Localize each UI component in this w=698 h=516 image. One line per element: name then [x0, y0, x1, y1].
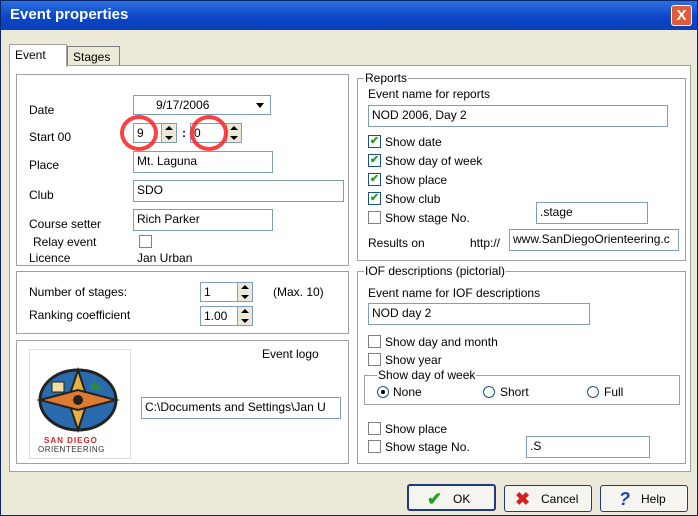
event-logo-image[interactable]: SAN DIEGO ORIENTEERING — [29, 349, 131, 459]
club-label: Club — [29, 188, 54, 202]
report-name-input[interactable]: NOD 2006, Day 2 — [368, 105, 668, 127]
close-button[interactable]: X — [671, 5, 692, 26]
highlight-ring-minute — [190, 115, 228, 151]
ranking-coefficient-value: 1.00 — [204, 309, 228, 323]
results-on-label: Results on — [368, 236, 425, 250]
show-year-label: Show year — [385, 353, 442, 367]
event-logo-group: Event logo SAN DIEGO ORIENTEERING C:\Doc… — [16, 340, 349, 464]
show-club-label: Show club — [385, 192, 441, 206]
cancel-label: Cancel — [541, 492, 579, 506]
window-title: Event properties — [10, 6, 129, 23]
tab-page-event: Date 9/17/2006 Start 00 9 : 0 Place Mt. … — [9, 65, 691, 472]
show-day-of-week-group: Show day of week None Short Full — [364, 368, 680, 405]
spin-buttons-icon[interactable] — [237, 307, 252, 325]
number-of-stages-stepper[interactable]: 1 — [200, 282, 253, 302]
results-prefix: http:// — [470, 236, 501, 250]
show-day-of-week-checkbox[interactable]: ✔ — [368, 154, 381, 167]
iof-name-label: Event name for IOF descriptions — [368, 286, 541, 300]
iof-descriptions-group: IOF descriptions (pictorial) Event name … — [357, 264, 686, 464]
results-url-input[interactable]: www.SanDiegoOrienteering.c — [509, 229, 679, 251]
event-logo-label: Event logo — [262, 347, 319, 361]
logo-path-input[interactable]: C:\Documents and Settings\Jan U — [141, 397, 341, 419]
date-label: Date — [29, 103, 55, 117]
licence-label: Licence — [29, 251, 71, 265]
show-day-and-month-checkbox[interactable] — [368, 335, 381, 348]
show-date-checkbox[interactable]: ✔ — [368, 135, 381, 148]
dow-short-radio[interactable] — [483, 386, 495, 398]
iof-show-place-checkbox[interactable] — [368, 422, 381, 435]
licence-value: Jan Urban — [137, 251, 193, 265]
iof-show-stage-no-checkbox[interactable] — [368, 440, 381, 453]
logo-text-line2: ORIENTEERING — [38, 445, 105, 454]
club-input[interactable]: SDO — [133, 180, 344, 202]
show-place-checkbox[interactable]: ✔ — [368, 173, 381, 186]
time-separator: : — [182, 126, 186, 140]
iof-show-place-label: Show place — [385, 422, 448, 436]
max-stages-note: (Max. 10) — [273, 285, 324, 299]
close-icon: X — [676, 7, 687, 24]
course-setter-input[interactable]: Rich Parker — [133, 209, 273, 231]
logo-text-line1: SAN DIEGO — [44, 436, 98, 445]
number-of-stages-value: 1 — [204, 285, 211, 299]
stage-suffix-input[interactable]: .stage — [536, 202, 648, 224]
title-bar[interactable]: Event properties X — [1, 1, 697, 30]
dow-none-radio[interactable] — [377, 386, 389, 398]
cancel-button[interactable]: ✖ Cancel — [504, 485, 592, 512]
chevron-down-icon[interactable] — [253, 98, 268, 112]
course-setter-label: Course setter — [29, 217, 102, 231]
dow-full-label: Full — [604, 385, 624, 399]
event-info-group: Date 9/17/2006 Start 00 9 : 0 Place Mt. … — [16, 74, 349, 266]
date-value: 9/17/2006 — [156, 98, 210, 112]
report-name-label: Event name for reports — [368, 87, 491, 101]
tab-stages[interactable]: Stages — [67, 46, 120, 66]
help-button[interactable]: ? Help — [600, 485, 688, 512]
reports-legend: Reports — [364, 71, 409, 85]
iof-name-input[interactable]: NOD day 2 — [368, 303, 590, 325]
event-properties-dialog: Event properties X Event Stages Date 9/1… — [0, 0, 698, 516]
tab-event[interactable]: Event — [9, 44, 67, 67]
stages-group: Number of stages: 1 (Max. 10) Ranking co… — [16, 271, 349, 334]
cross-icon: ✖ — [515, 489, 531, 509]
place-label: Place — [29, 158, 60, 172]
iof-legend: IOF descriptions (pictorial) — [364, 264, 507, 278]
show-place-label: Show place — [385, 173, 448, 187]
spin-buttons-icon[interactable] — [161, 124, 176, 142]
iof-stage-suffix-input[interactable]: .S — [526, 436, 650, 458]
ranking-coefficient-stepper[interactable]: 1.00 — [200, 306, 253, 326]
dow-full-radio[interactable] — [587, 386, 599, 398]
show-day-of-week-label: Show day of week — [385, 154, 483, 168]
show-stage-no-checkbox[interactable] — [368, 211, 381, 224]
date-picker[interactable]: 9/17/2006 — [133, 95, 271, 115]
dow-legend: Show day of week — [377, 368, 477, 382]
show-day-and-month-label: Show day and month — [385, 335, 498, 349]
relay-event-checkbox[interactable] — [139, 235, 152, 248]
ok-label: OK — [453, 492, 471, 506]
spin-buttons-icon[interactable] — [226, 124, 241, 142]
show-club-checkbox[interactable]: ✔ — [368, 192, 381, 205]
show-year-checkbox[interactable] — [368, 353, 381, 366]
checkmark-icon: ✔ — [427, 489, 443, 509]
question-mark-icon: ? — [619, 489, 630, 509]
show-date-label: Show date — [385, 135, 442, 149]
start-label: Start 00 — [29, 130, 72, 144]
place-input[interactable]: Mt. Laguna — [133, 151, 273, 173]
dow-short-label: Short — [500, 385, 529, 399]
number-of-stages-label: Number of stages: — [29, 285, 128, 299]
dow-none-label: None — [393, 385, 422, 399]
highlight-ring-hour — [120, 115, 158, 151]
help-label: Help — [641, 492, 666, 506]
reports-group: Reports Event name for reports NOD 2006,… — [357, 71, 686, 261]
spin-buttons-icon[interactable] — [237, 283, 252, 301]
iof-show-stage-no-label: Show stage No. — [385, 440, 470, 454]
show-stage-no-label: Show stage No. — [385, 211, 470, 225]
relay-event-label: Relay event — [33, 235, 97, 249]
ranking-coefficient-label: Ranking coefficient — [29, 308, 131, 322]
ok-button[interactable]: ✔ OK — [407, 484, 496, 511]
